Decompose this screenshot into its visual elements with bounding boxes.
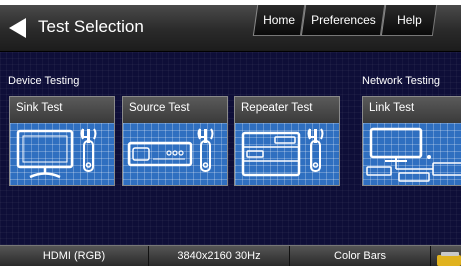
card-sink-test-label: Sink Test bbox=[10, 97, 114, 123]
source-device-wrench-icon bbox=[127, 128, 214, 172]
status-resolution: 3840x2160 30Hz bbox=[149, 246, 290, 266]
card-link-test-art bbox=[363, 123, 461, 185]
corner-indicator-icon[interactable] bbox=[435, 252, 461, 266]
tv-wrench-icon bbox=[16, 128, 97, 179]
network-devices-icon bbox=[366, 127, 461, 182]
card-repeater-test-art bbox=[235, 123, 339, 185]
status-format: HDMI (RGB) bbox=[0, 246, 149, 266]
tab-preferences-label: Preferences bbox=[310, 13, 376, 27]
back-arrow-icon[interactable] bbox=[8, 17, 28, 39]
card-source-test[interactable]: Source Test bbox=[122, 96, 228, 186]
main-panel: Device Testing Network Testing Sink Test… bbox=[0, 52, 461, 245]
tab-help-label: Help bbox=[396, 13, 422, 27]
card-sink-test-art bbox=[10, 123, 114, 185]
card-repeater-test-label: Repeater Test bbox=[235, 97, 339, 123]
card-sink-test[interactable]: Sink Test bbox=[9, 96, 115, 186]
header-tabs: Home Preferences Help bbox=[252, 5, 438, 36]
page-title: Test Selection bbox=[38, 17, 144, 36]
card-link-test-label: Link Test bbox=[363, 97, 461, 123]
card-repeater-test[interactable]: Repeater Test bbox=[234, 96, 340, 186]
status-bar: HDMI (RGB) 3840x2160 30Hz Color Bars bbox=[0, 245, 461, 266]
card-source-test-art bbox=[123, 123, 227, 185]
section-device-testing: Device Testing bbox=[8, 75, 80, 87]
section-network-testing: Network Testing bbox=[362, 75, 441, 87]
card-link-test[interactable]: Link Test bbox=[362, 96, 461, 186]
tab-help[interactable]: Help bbox=[380, 5, 438, 36]
tab-preferences[interactable]: Preferences bbox=[300, 5, 386, 36]
tab-home-label: Home bbox=[263, 13, 296, 27]
header-bar: Test Selection Home Preferences Help bbox=[0, 5, 461, 52]
repeater-wrench-icon bbox=[241, 128, 324, 177]
tab-home[interactable]: Home bbox=[252, 5, 306, 36]
card-source-test-label: Source Test bbox=[123, 97, 227, 123]
status-pattern: Color Bars bbox=[290, 246, 431, 266]
